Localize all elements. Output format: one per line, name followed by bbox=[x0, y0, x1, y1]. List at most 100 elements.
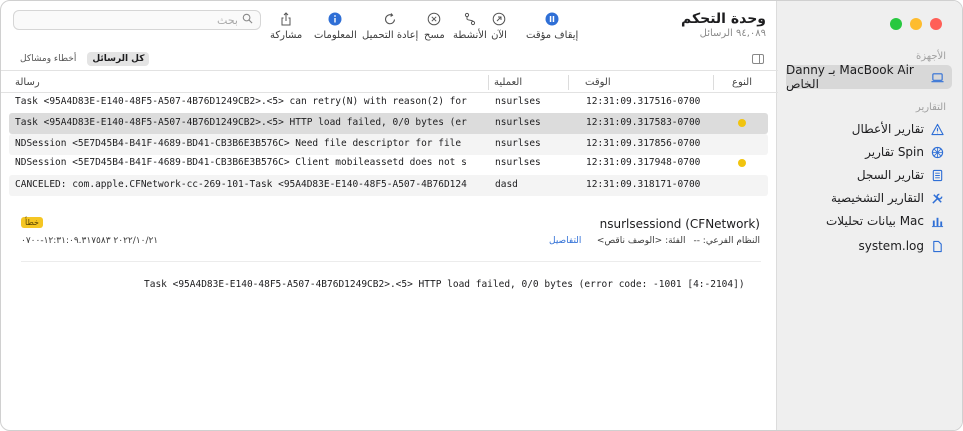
spin-wheel-icon bbox=[930, 145, 944, 159]
reload-label: إعادة التحميل bbox=[362, 30, 419, 41]
error-badge: خطأ bbox=[21, 217, 43, 228]
share-label: مشاركة bbox=[270, 30, 303, 41]
message-count: ٩٤,٠٨٩ الرسائل bbox=[699, 28, 766, 39]
sidebar-item-label: Danny بـ MacBook Air الخاص bbox=[786, 63, 914, 91]
filter-all-messages[interactable]: كل الرسائل bbox=[87, 52, 150, 66]
minimize-button[interactable] bbox=[910, 18, 922, 30]
sidebar-item-log-reports[interactable]: تقارير السجل bbox=[786, 163, 952, 187]
row-process: nsurlses bbox=[495, 157, 541, 168]
log-table-header: النوع الوقت العملية رسالة bbox=[1, 72, 778, 93]
warning-triangle-icon bbox=[930, 122, 944, 136]
sidebar-item-label: بيانات تحليلات Mac bbox=[826, 214, 924, 228]
sidebar: الأجهزة Danny بـ MacBook Air الخاص التقا… bbox=[776, 1, 962, 430]
row-time: 12:31:09.317583-0700 bbox=[586, 117, 701, 128]
search-field[interactable] bbox=[13, 10, 261, 30]
laptop-icon bbox=[931, 70, 944, 84]
activities-icon bbox=[462, 11, 478, 27]
detail-subsystem: النظام الفرعي: -- bbox=[693, 236, 760, 246]
zoom-button[interactable] bbox=[890, 18, 902, 30]
filter-errors-faults[interactable]: أخطاء ومشاكل bbox=[15, 52, 81, 66]
table-row[interactable]: NDSession <5E7D45B4-B41F-4689-BD41-CB3B6… bbox=[9, 134, 768, 155]
share-button[interactable]: مشاركة bbox=[270, 11, 302, 41]
row-process: dasd bbox=[495, 179, 518, 190]
table-row[interactable]: Task <95A4D83E-E140-48F5-A507-4B76D1249C… bbox=[9, 92, 768, 113]
row-process: nsurlses bbox=[495, 117, 541, 128]
sidebar-item-label: تقارير الأعطال bbox=[851, 122, 924, 136]
pause-label: إيقاف مؤقت bbox=[526, 30, 579, 41]
clear-button[interactable]: مسح bbox=[424, 11, 445, 41]
activities-button[interactable]: الأنشطة bbox=[453, 11, 487, 41]
detail-category: الفئة: <الوصف ناقص> bbox=[596, 236, 686, 246]
column-divider[interactable] bbox=[488, 75, 489, 90]
row-process: nsurlses bbox=[495, 138, 541, 149]
now-button[interactable]: الآن bbox=[491, 11, 507, 41]
table-row[interactable]: NDSession <5E7D45B4-B41F-4689-BD41-CB3B6… bbox=[9, 153, 768, 174]
details-link[interactable]: التفاصيل bbox=[549, 236, 581, 246]
message-filter: كل الرسائل أخطاء ومشاكل bbox=[15, 52, 150, 66]
reports-section-header: التقارير bbox=[915, 102, 946, 113]
column-divider[interactable] bbox=[713, 75, 714, 90]
sidebar-item-crash-reports[interactable]: تقارير الأعطال bbox=[786, 117, 952, 141]
sidebar-item-system-log[interactable]: system.log bbox=[786, 234, 952, 258]
row-message: Task <95A4D83E-E140-48F5-A507-4B76D1249C… bbox=[15, 117, 467, 128]
divider bbox=[21, 261, 761, 262]
window-controls bbox=[890, 18, 942, 30]
activities-label: الأنشطة bbox=[453, 30, 487, 41]
clear-icon bbox=[426, 11, 442, 27]
detail-timestamp: ٢٠٢٢/١٠/٢١ ١٢:٣١:٠٩.٣١٧٥٨٣-٠٧٠٠ bbox=[21, 236, 159, 246]
sidebar-item-mac-analytics[interactable]: بيانات تحليلات Mac bbox=[786, 209, 952, 233]
file-icon bbox=[930, 239, 944, 253]
search-icon bbox=[242, 13, 253, 27]
reload-icon bbox=[382, 11, 398, 27]
sidebar-item-label: تقارير Spin bbox=[865, 145, 924, 159]
clock-arrow-icon bbox=[491, 11, 507, 27]
devices-section-header: الأجهزة bbox=[915, 51, 946, 62]
column-header-message[interactable]: رسالة bbox=[15, 77, 40, 88]
bar-chart-icon bbox=[930, 214, 944, 228]
title-block: وحدة التحكم ٩٤,٠٨٩ الرسائل bbox=[681, 11, 766, 39]
sidebar-item-device[interactable]: Danny بـ MacBook Air الخاص bbox=[786, 63, 952, 91]
console-window: الأجهزة Danny بـ MacBook Air الخاص التقا… bbox=[0, 0, 963, 431]
log-document-icon bbox=[930, 168, 944, 182]
table-row[interactable]: CANCELED: com.apple.CFNetwork-cc-269-101… bbox=[9, 175, 768, 196]
toolbar: وحدة التحكم ٩٤,٠٨٩ الرسائل إيقاف مؤقت ال… bbox=[1, 1, 778, 47]
close-button[interactable] bbox=[930, 18, 942, 30]
column-header-type[interactable]: النوع bbox=[732, 77, 752, 88]
window-title: وحدة التحكم bbox=[681, 11, 766, 27]
detail-process-title: nsurlsessiond (CFNetwork) bbox=[599, 217, 760, 231]
detail-metadata: النظام الفرعي: -- الفئة: <الوصف ناقص> bbox=[597, 236, 760, 246]
info-icon bbox=[327, 11, 343, 27]
error-type-dot-icon bbox=[738, 159, 746, 167]
info-label: المعلومات bbox=[314, 30, 357, 41]
sidebar-toggle-icon[interactable] bbox=[752, 54, 764, 64]
table-row-selected[interactable]: Task <95A4D83E-E140-48F5-A507-4B76D1249C… bbox=[9, 113, 768, 134]
pause-button[interactable]: إيقاف مؤقت bbox=[526, 11, 578, 41]
detail-pane: nsurlsessiond (CFNetwork) النظام الفرعي:… bbox=[1, 201, 778, 430]
sidebar-item-label: system.log bbox=[858, 239, 925, 253]
row-message: NDSession <5E7D45B4-B41F-4689-BD41-CB3B6… bbox=[15, 157, 467, 168]
column-divider[interactable] bbox=[568, 75, 569, 90]
error-type-dot-icon bbox=[738, 119, 746, 127]
row-time: 12:31:09.317856-0700 bbox=[586, 138, 701, 149]
tools-icon bbox=[930, 191, 944, 205]
row-message: CANCELED: com.apple.CFNetwork-cc-269-101… bbox=[15, 179, 467, 190]
column-header-time[interactable]: الوقت bbox=[585, 77, 611, 88]
sidebar-item-label: التقارير التشخيصية bbox=[830, 191, 924, 205]
column-header-process[interactable]: العملية bbox=[494, 77, 522, 88]
clear-label: مسح bbox=[424, 30, 445, 41]
row-time: 12:31:09.317948-0700 bbox=[586, 157, 701, 168]
sidebar-item-diagnostic-reports[interactable]: التقارير التشخيصية bbox=[786, 186, 952, 210]
now-label: الآن bbox=[491, 30, 507, 41]
search-input[interactable] bbox=[28, 13, 238, 27]
row-message: Task <95A4D83E-E140-48F5-A507-4B76D1249C… bbox=[15, 96, 467, 107]
reload-button[interactable]: إعادة التحميل bbox=[362, 11, 418, 41]
detail-message[interactable]: Task <95A4D83E-E140-48F5-A507-4B76D1249C… bbox=[144, 279, 745, 290]
sidebar-item-spin-reports[interactable]: تقارير Spin bbox=[786, 140, 952, 164]
pause-icon bbox=[544, 11, 560, 27]
row-message: NDSession <5E7D45B4-B41F-4689-BD41-CB3B6… bbox=[15, 138, 462, 149]
row-process: nsurlses bbox=[495, 96, 541, 107]
info-button[interactable]: المعلومات bbox=[314, 11, 357, 41]
share-icon bbox=[278, 11, 294, 27]
filter-bar: كل الرسائل أخطاء ومشاكل bbox=[1, 47, 778, 71]
sidebar-item-label: تقارير السجل bbox=[856, 168, 924, 182]
